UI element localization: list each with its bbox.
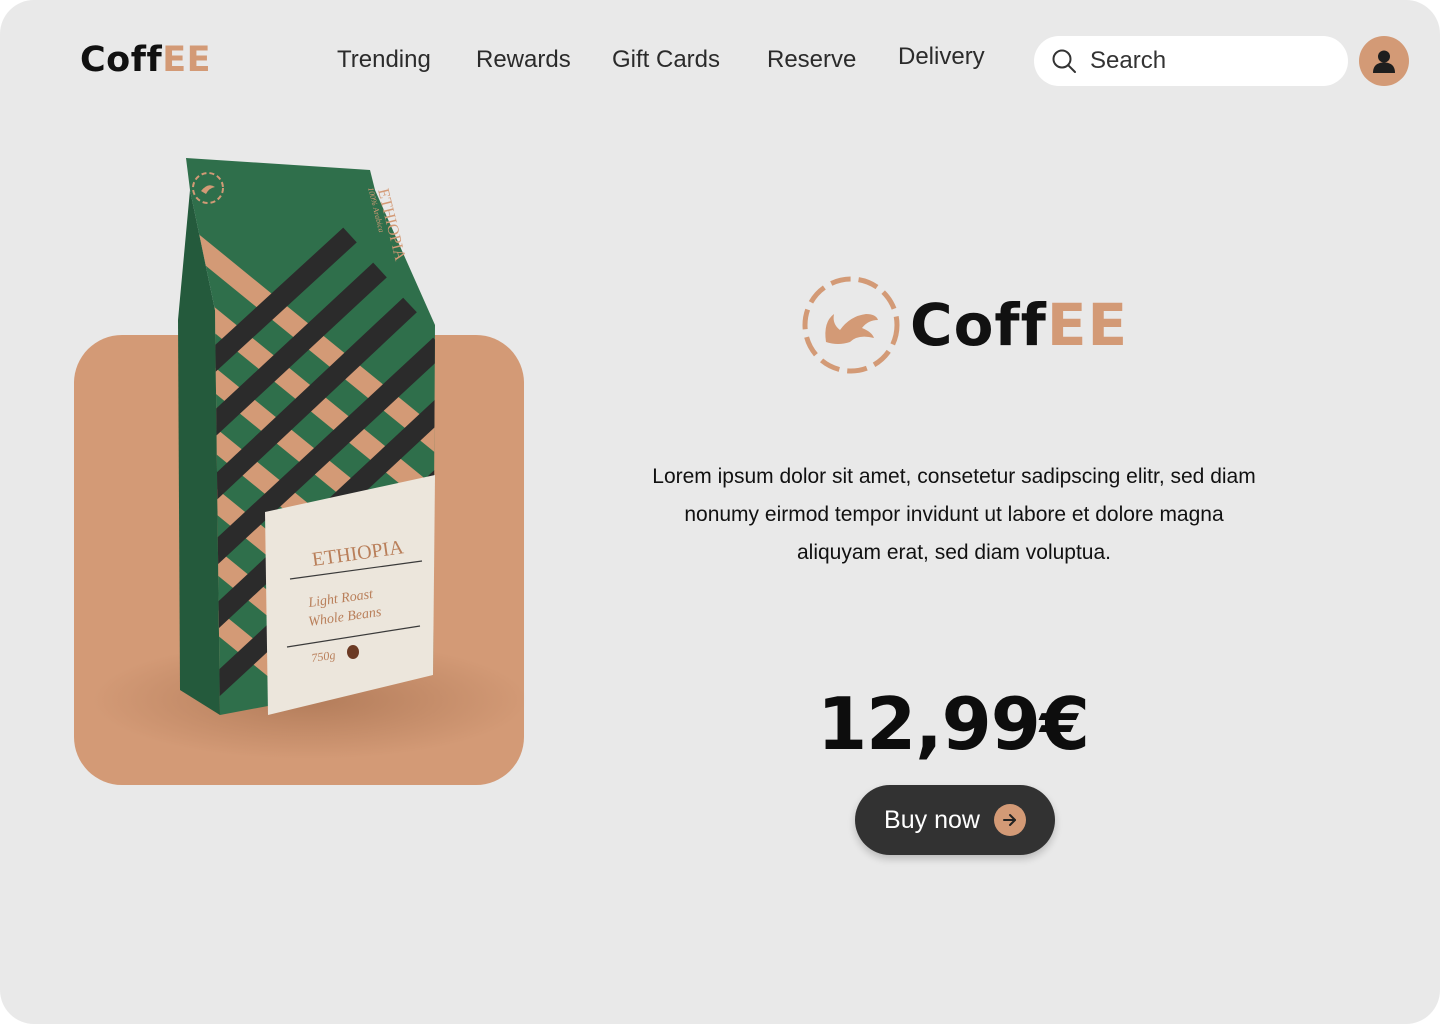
- search-bar[interactable]: [1034, 36, 1348, 86]
- user-icon: [1373, 50, 1395, 73]
- hero-brand-text: CoffEE: [910, 291, 1128, 359]
- coffee-bag-image: ETHIOPIA 100% Arabica ETHIOPIA Light Roa…: [178, 158, 435, 715]
- logo-text-main: Coff: [80, 40, 163, 80]
- search-input[interactable]: [1088, 46, 1322, 76]
- brand-emblem-icon: [802, 276, 900, 374]
- buy-now-button[interactable]: Buy now: [855, 785, 1055, 855]
- buy-now-label: Buy now: [884, 805, 980, 834]
- hero-brand: CoffEE: [798, 270, 1128, 380]
- avatar[interactable]: [1359, 36, 1409, 86]
- coffee-bean-icon: [347, 645, 359, 659]
- arrow-right-icon: [993, 804, 1026, 836]
- search-icon: [1052, 49, 1076, 73]
- nav-item-reserve[interactable]: Reserve: [767, 46, 856, 74]
- nav-item-gift-cards[interactable]: Gift Cards: [612, 46, 720, 74]
- header-logo[interactable]: CoffEE: [80, 40, 211, 80]
- nav-item-rewards[interactable]: Rewards: [476, 46, 571, 74]
- brand-text-main: Coff: [910, 291, 1047, 359]
- brand-text-accent: EE: [1046, 291, 1129, 359]
- app-frame: CoffEE Trending Rewards Gift Cards Reser…: [0, 0, 1440, 1024]
- product-description: Lorem ipsum dolor sit amet, consetetur s…: [652, 465, 1256, 564]
- logo-text-accent: EE: [162, 40, 212, 80]
- nav-item-delivery[interactable]: Delivery: [898, 43, 985, 71]
- product-price: 12,99€: [817, 682, 1090, 766]
- nav-item-trending[interactable]: Trending: [337, 46, 431, 74]
